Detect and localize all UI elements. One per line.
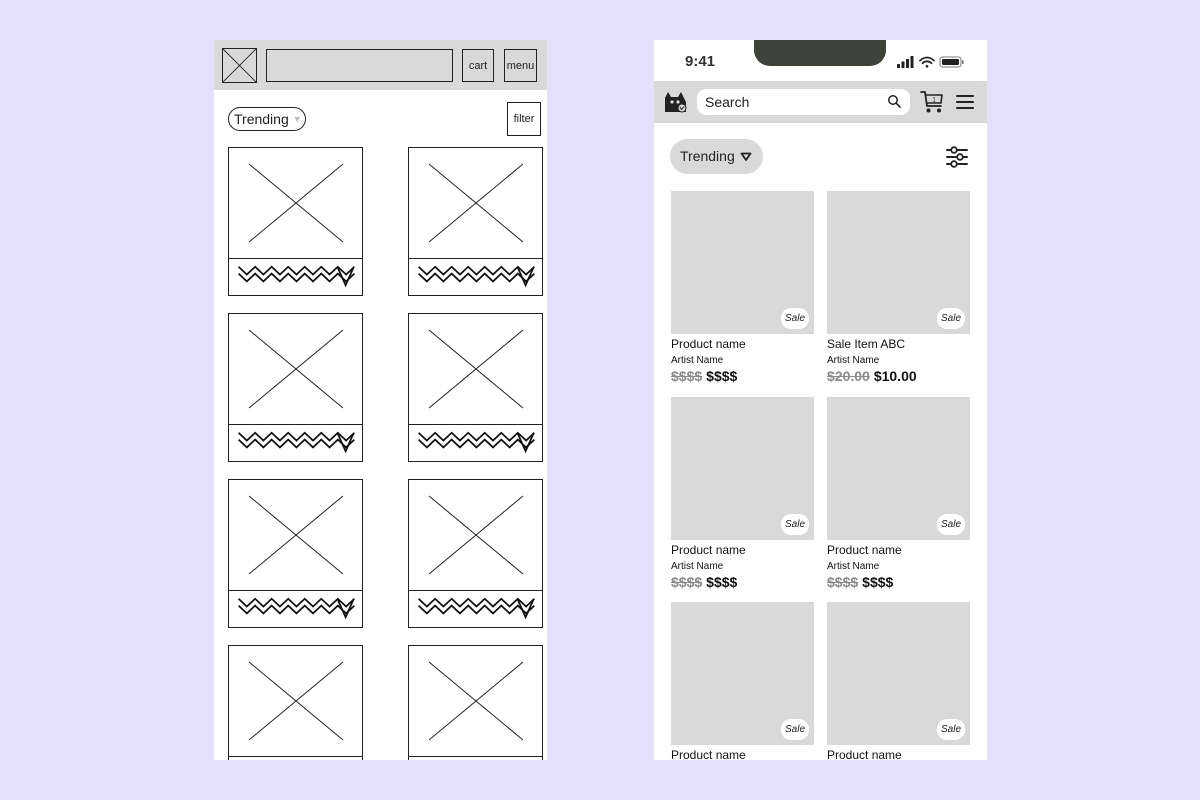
- product-card[interactable]: Sale Product name: [671, 602, 814, 760]
- chevron-down-icon: ▼: [292, 114, 302, 124]
- text-placeholder-scribble: [229, 590, 362, 627]
- text-placeholder-scribble: [229, 258, 362, 295]
- product-card[interactable]: Sale Product name Artist Name $$$$ $$$$: [827, 397, 970, 597]
- lofi-product-card[interactable]: [408, 313, 543, 462]
- lofi-product-card[interactable]: [228, 313, 363, 462]
- original-price: $$$$: [827, 574, 859, 590]
- lofi-logo-placeholder-icon[interactable]: [222, 48, 257, 83]
- wifi-icon: [919, 56, 935, 68]
- lofi-product-card[interactable]: [408, 645, 543, 760]
- hifi-mockup-screen: 9:41 Search 1 Trending Sale Product name…: [654, 40, 987, 760]
- phone-notch: [754, 40, 886, 66]
- lofi-product-card[interactable]: [228, 147, 363, 296]
- price-row: $$$$ $$$$: [827, 574, 893, 590]
- sort-label: Trending: [680, 148, 735, 164]
- cart-icon[interactable]: 1: [920, 89, 944, 115]
- sale-price: $$$$: [706, 368, 738, 384]
- artist-name[interactable]: Artist Name: [671, 561, 723, 572]
- image-placeholder-icon: [409, 480, 542, 590]
- text-placeholder-scribble: [409, 258, 542, 295]
- filter-sliders-icon[interactable]: [945, 144, 969, 170]
- original-price: $$$$: [671, 574, 703, 590]
- lofi-filter-button[interactable]: filter: [507, 102, 541, 136]
- image-placeholder-icon: [229, 480, 362, 590]
- product-name[interactable]: Product name: [827, 748, 902, 760]
- sale-price: $$$$: [706, 574, 738, 590]
- sale-badge: Sale: [781, 308, 809, 329]
- hifi-header-bar: Search 1: [654, 81, 987, 123]
- original-price: $$$$: [671, 368, 703, 384]
- lofi-product-card[interactable]: [228, 645, 363, 760]
- lofi-cart-button[interactable]: cart: [462, 49, 494, 82]
- sale-badge: Sale: [937, 308, 965, 329]
- lofi-search-field[interactable]: [266, 49, 453, 82]
- sale-badge: Sale: [937, 719, 965, 740]
- text-placeholder-scribble: [229, 756, 362, 760]
- lofi-sort-label: Trending: [234, 111, 289, 127]
- text-placeholder-scribble: [409, 424, 542, 461]
- lofi-header-bar: cart menu: [214, 40, 547, 90]
- image-placeholder-icon: [409, 314, 542, 424]
- product-card[interactable]: Sale Product name Artist Name $$$$ $$$$: [671, 397, 814, 597]
- signal-icon: [897, 56, 914, 68]
- lofi-product-card[interactable]: [228, 479, 363, 628]
- price-row: $$$$ $$$$: [671, 574, 737, 590]
- search-input[interactable]: Search: [697, 89, 910, 115]
- battery-icon: [939, 56, 964, 68]
- image-placeholder-icon: [409, 148, 542, 258]
- text-placeholder-scribble: [409, 590, 542, 627]
- artist-name[interactable]: Artist Name: [827, 355, 879, 366]
- image-placeholder-icon: [229, 646, 362, 756]
- sale-price: $10.00: [873, 368, 917, 384]
- artist-name[interactable]: Artist Name: [671, 355, 723, 366]
- product-card[interactable]: Sale Product name: [827, 602, 970, 760]
- price-row: $$$$ $$$$: [671, 368, 737, 384]
- product-name[interactable]: Product name: [671, 337, 746, 351]
- image-placeholder-icon: [229, 148, 362, 258]
- sort-dropdown[interactable]: Trending: [670, 139, 763, 174]
- sale-badge: Sale: [781, 514, 809, 535]
- sale-price: $$$$: [862, 574, 894, 590]
- image-placeholder-icon: [229, 314, 362, 424]
- lofi-product-card[interactable]: [408, 147, 543, 296]
- product-name[interactable]: Product name: [671, 543, 746, 557]
- cat-logo-icon[interactable]: [662, 88, 689, 115]
- text-placeholder-scribble: [229, 424, 362, 461]
- lofi-sort-dropdown[interactable]: Trending ▼: [228, 107, 306, 131]
- search-icon[interactable]: [887, 94, 902, 109]
- status-time: 9:41: [685, 53, 716, 70]
- original-price: $20.00: [827, 368, 870, 384]
- product-name[interactable]: Product name: [827, 543, 902, 557]
- sale-badge: Sale: [937, 514, 965, 535]
- product-name[interactable]: Sale Item ABC: [827, 337, 905, 351]
- lofi-product-card[interactable]: [408, 479, 543, 628]
- product-card[interactable]: Sale Product name Artist Name $$$$ $$$$: [671, 191, 814, 391]
- sale-badge: Sale: [781, 719, 809, 740]
- hamburger-menu-icon[interactable]: [955, 93, 975, 111]
- artist-name[interactable]: Artist Name: [827, 561, 879, 572]
- price-row: $20.00 $10.00: [827, 368, 917, 384]
- product-name[interactable]: Product name: [671, 748, 746, 760]
- search-placeholder: Search: [705, 94, 750, 110]
- image-placeholder-icon: [409, 646, 542, 756]
- product-card[interactable]: Sale Sale Item ABC Artist Name $20.00 $10.00: [827, 191, 970, 391]
- text-placeholder-scribble: [409, 756, 542, 760]
- chevron-down-icon: [740, 152, 752, 161]
- status-icons: [897, 55, 965, 69]
- lofi-menu-button[interactable]: menu: [504, 49, 537, 82]
- lofi-wireframe-screen: cart menu Trending ▼ filter: [214, 40, 547, 760]
